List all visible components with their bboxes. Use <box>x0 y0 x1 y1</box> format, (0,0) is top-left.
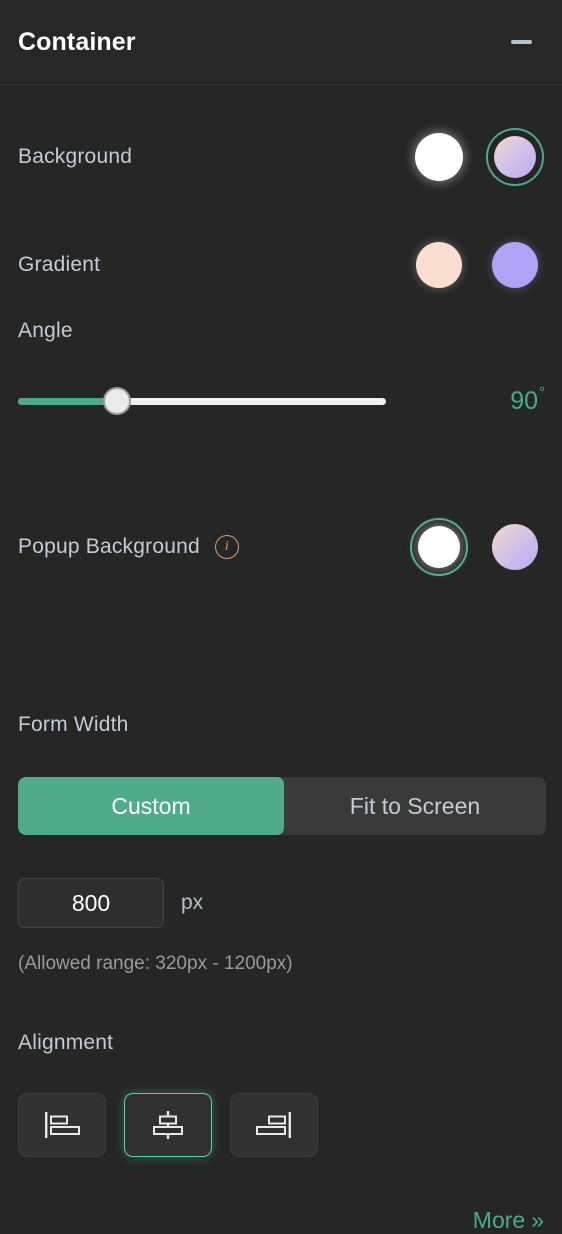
panel-body: Background Gradient Angle 90 ° Popup Bac… <box>0 85 562 1233</box>
alignment-label: Alignment <box>18 1031 114 1054</box>
info-icon[interactable]: i <box>214 535 239 559</box>
align-center-button[interactable] <box>124 1093 212 1157</box>
peach-color-circle <box>416 242 462 288</box>
align-center-icon <box>153 1111 183 1139</box>
degree-symbol: ° <box>539 383 545 401</box>
form-width-input[interactable] <box>18 878 164 928</box>
slider-thumb[interactable] <box>103 387 132 415</box>
background-swatches <box>410 128 544 186</box>
alignment-options <box>18 1093 318 1157</box>
form-width-hint: (Allowed range: 320px - 1200px) <box>18 953 293 974</box>
angle-label: Angle <box>18 319 73 342</box>
background-gradient-swatch[interactable] <box>486 128 544 186</box>
container-settings-panel: Container Background Gradient Angle 90 °… <box>0 0 562 1233</box>
popup-background-row: Popup Background i <box>18 518 544 576</box>
align-right-button[interactable] <box>230 1093 318 1157</box>
form-width-unit: px <box>181 891 204 914</box>
gradient-row: Gradient <box>18 236 544 294</box>
form-width-option-custom[interactable]: Custom <box>18 777 284 835</box>
background-white-swatch[interactable] <box>410 128 468 186</box>
white-color-circle <box>415 133 463 181</box>
form-width-option-fit-to-screen[interactable]: Fit to Screen <box>284 777 546 835</box>
form-width-label: Form Width <box>18 713 129 736</box>
angle-slider-row: 90 ° <box>18 385 545 415</box>
background-label: Background <box>18 145 133 168</box>
more-label: More <box>472 1207 526 1233</box>
minimize-bar <box>510 40 532 44</box>
gradient-color-circle <box>492 524 538 570</box>
gradient-peach-swatch[interactable] <box>410 236 468 294</box>
align-right-icon <box>256 1112 291 1138</box>
page-title: Container <box>18 27 136 56</box>
angle-slider[interactable] <box>18 387 386 415</box>
popup-background-label-group: Popup Background i <box>18 535 239 559</box>
gradient-color-circle <box>494 136 536 178</box>
panel-header: Container <box>0 0 562 85</box>
popup-gradient-swatch[interactable] <box>486 518 544 576</box>
form-width-toggle: Custom Fit to Screen <box>18 777 546 835</box>
form-width-value-row: px <box>18 878 203 928</box>
background-row: Background <box>18 128 544 186</box>
minimize-icon[interactable] <box>504 25 538 59</box>
popup-white-swatch[interactable] <box>410 518 468 576</box>
popup-background-label: Popup Background <box>18 535 200 558</box>
angle-value: 90 ° <box>510 385 545 415</box>
purple-color-circle <box>492 242 538 288</box>
white-color-circle <box>418 526 460 568</box>
gradient-swatches <box>410 236 544 294</box>
gradient-purple-swatch[interactable] <box>486 236 544 294</box>
more-link[interactable]: More » <box>473 1207 544 1234</box>
gradient-label: Gradient <box>18 253 101 276</box>
angle-number: 90 <box>510 386 538 415</box>
align-left-icon <box>45 1112 80 1138</box>
chevron-double-right-icon: » <box>531 1207 544 1233</box>
align-left-button[interactable] <box>18 1093 106 1157</box>
popup-background-swatches <box>410 518 544 576</box>
